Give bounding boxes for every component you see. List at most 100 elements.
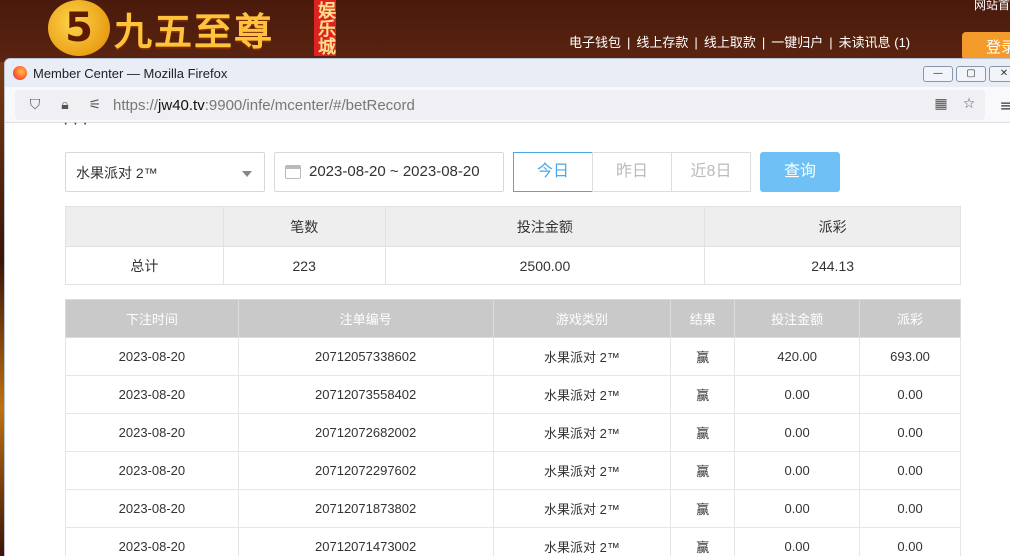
bet-time: 2023-08-20 <box>65 375 239 414</box>
window-title: Member Center — Mozilla Firefox <box>33 65 228 81</box>
payout: 0.00 <box>859 451 961 490</box>
game-select-value: 水果派对 2™ <box>76 165 158 181</box>
lock-icon[interactable]: 🔒︎ <box>55 95 75 115</box>
table-row[interactable]: 2023-08-20 20712072682002 水果派对 2™ 赢 0.00… <box>65 413 961 452</box>
column-header[interactable]: 注单编号 <box>237 299 494 338</box>
shield-icon[interactable]: ⛉ <box>25 95 45 115</box>
records-header-row: 下注时间 注单编号 游戏类别 结果 投注金额 派彩 <box>65 299 961 338</box>
logo-mark: 5 <box>48 0 110 56</box>
url-actions: ▦ ☆ <box>923 94 979 114</box>
nav-withdraw[interactable]: 线上取款 <box>704 35 756 50</box>
summary-cell: 223 <box>222 246 386 285</box>
nav-messages[interactable]: 未读讯息 (1) <box>839 35 911 50</box>
column-header[interactable]: 派彩 <box>859 299 961 338</box>
summary-table: 笔数 投注金额 派彩 总计 223 2500.00 244.13 <box>65 206 961 285</box>
login-button[interactable]: 登录 <box>962 32 1010 60</box>
summary-row: 总计 223 2500.00 244.13 <box>65 246 961 285</box>
url-bar[interactable]: ⛉ 🔒︎ ⚟ https://jw40.tv:9900/infe/mcenter… <box>15 90 985 120</box>
bet-amount: 0.00 <box>734 375 861 414</box>
payout: 693.00 <box>859 337 961 376</box>
payout: 0.00 <box>859 527 961 556</box>
summary-cell: 2500.00 <box>384 246 706 285</box>
table-row[interactable]: 2023-08-20 20712071873802 水果派对 2™ 赢 0.00… <box>65 489 961 528</box>
game-select[interactable]: 水果派对 2™ <box>65 152 265 192</box>
firefox-window: Member Center — Mozilla Firefox — ▢ ✕ ⛉ … <box>4 58 1010 556</box>
bet-amount: 0.00 <box>734 489 861 528</box>
chevron-down-icon <box>242 171 252 177</box>
bet-id: 20712073558402 <box>237 375 494 414</box>
summary-cell: 244.13 <box>704 246 961 285</box>
bet-result: 赢 <box>670 489 736 528</box>
maximize-button[interactable]: ▢ <box>956 66 986 82</box>
game-type: 水果派对 2™ <box>492 451 672 490</box>
bet-records-table: 下注时间 注单编号 游戏类别 结果 投注金额 派彩 2023-08-20 207… <box>65 299 961 556</box>
summary-header <box>65 206 224 247</box>
bet-amount: 420.00 <box>734 337 861 376</box>
game-type: 水果派对 2™ <box>492 527 672 556</box>
bet-id: 20712071873802 <box>237 489 494 528</box>
summary-header: 派彩 <box>704 206 961 247</box>
window-titlebar[interactable]: Member Center — Mozilla Firefox — ▢ ✕ <box>5 59 1010 87</box>
navigation-bar: ⛉ 🔒︎ ⚟ https://jw40.tv:9900/infe/mcenter… <box>5 87 1010 123</box>
date-range-input[interactable]: 2023-08-20 ~ 2023-08-20 <box>274 152 504 192</box>
bet-time: 2023-08-20 <box>65 451 239 490</box>
game-type: 水果派对 2™ <box>492 375 672 414</box>
payout: 0.00 <box>859 413 961 452</box>
query-button[interactable]: 查询 <box>760 152 840 192</box>
summary-header: 笔数 <box>222 206 386 247</box>
bet-result: 赢 <box>670 413 736 452</box>
nav-consolidate[interactable]: 一键归户 <box>771 35 823 50</box>
bet-amount: 0.00 <box>734 527 861 556</box>
summary-cell: 总计 <box>65 246 224 285</box>
payout: 0.00 <box>859 375 961 414</box>
payout: 0.00 <box>859 489 961 528</box>
bet-id: 20712071473002 <box>237 527 494 556</box>
site-logo[interactable]: 5 九五至尊 <box>48 0 274 56</box>
table-row[interactable]: 2023-08-20 20712057338602 水果派对 2™ 赢 420.… <box>65 337 961 376</box>
bet-result: 赢 <box>670 451 736 490</box>
table-row[interactable]: 2023-08-20 20712071473002 水果派对 2™ 赢 0.00… <box>65 527 961 556</box>
bet-result: 赢 <box>670 337 736 376</box>
filter-row: 水果派对 2™ 2023-08-20 ~ 2023-08-20 今日 昨日 近8… <box>65 152 845 192</box>
game-type: 水果派对 2™ <box>492 413 672 452</box>
column-header[interactable]: 游戏类别 <box>492 299 672 338</box>
menu-icon[interactable]: ≡ <box>1000 96 1010 115</box>
summary-header-row: 笔数 投注金额 派彩 <box>65 206 961 247</box>
bet-time: 2023-08-20 <box>65 337 239 376</box>
bet-time: 2023-08-20 <box>65 489 239 528</box>
period-8days-button[interactable]: 近8日 <box>671 152 751 192</box>
qr-code-icon[interactable]: ▦ <box>931 94 951 114</box>
calendar-icon <box>285 165 301 179</box>
period-yesterday-button[interactable]: 昨日 <box>592 152 672 192</box>
bookmark-star-icon[interactable]: ☆ <box>959 94 979 114</box>
bet-amount: 0.00 <box>734 413 861 452</box>
column-header[interactable]: 结果 <box>670 299 736 338</box>
bet-amount: 0.00 <box>734 451 861 490</box>
summary-header: 投注金额 <box>384 206 706 247</box>
table-row[interactable]: 2023-08-20 20712072297602 水果派对 2™ 赢 0.00… <box>65 451 961 490</box>
minimize-button[interactable]: — <box>923 66 953 82</box>
bet-id: 20712072297602 <box>237 451 494 490</box>
firefox-icon <box>13 66 27 80</box>
close-button[interactable]: ✕ <box>989 66 1010 82</box>
column-header[interactable]: 下注时间 <box>65 299 239 338</box>
bet-time: 2023-08-20 <box>65 413 239 452</box>
game-type: 水果派对 2™ <box>492 489 672 528</box>
url-text[interactable]: https://jw40.tv:9900/infe/mcenter/#/betR… <box>113 97 415 114</box>
logo-text: 九五至尊 <box>114 8 275 54</box>
nav-deposit[interactable]: 线上存款 <box>636 35 688 50</box>
game-type: 水果派对 2™ <box>492 337 672 376</box>
home-link[interactable]: 网站首 <box>974 0 1010 13</box>
bet-id: 20712072682002 <box>237 413 494 452</box>
page-content: · · · 水果派对 2™ 2023-08-20 ~ 2023-08-20 今日… <box>5 115 1010 556</box>
nav-wallet[interactable]: 电子钱包 <box>569 35 621 50</box>
table-row[interactable]: 2023-08-20 20712073558402 水果派对 2™ 赢 0.00… <box>65 375 961 414</box>
site-header: 5 九五至尊 娱乐城 网站首 电子钱包 | 线上存款 | 线上取款 | 一键归户 | 未读讯息 … <box>0 0 1010 62</box>
page-title-clipped: · · · <box>63 115 88 132</box>
permissions-icon[interactable]: ⚟ <box>85 95 105 115</box>
bet-time: 2023-08-20 <box>65 527 239 556</box>
date-range-value: 2023-08-20 ~ 2023-08-20 <box>309 163 480 180</box>
column-header[interactable]: 投注金额 <box>734 299 861 338</box>
logo-tag: 娱乐城 <box>314 0 336 56</box>
period-today-button[interactable]: 今日 <box>513 152 593 192</box>
